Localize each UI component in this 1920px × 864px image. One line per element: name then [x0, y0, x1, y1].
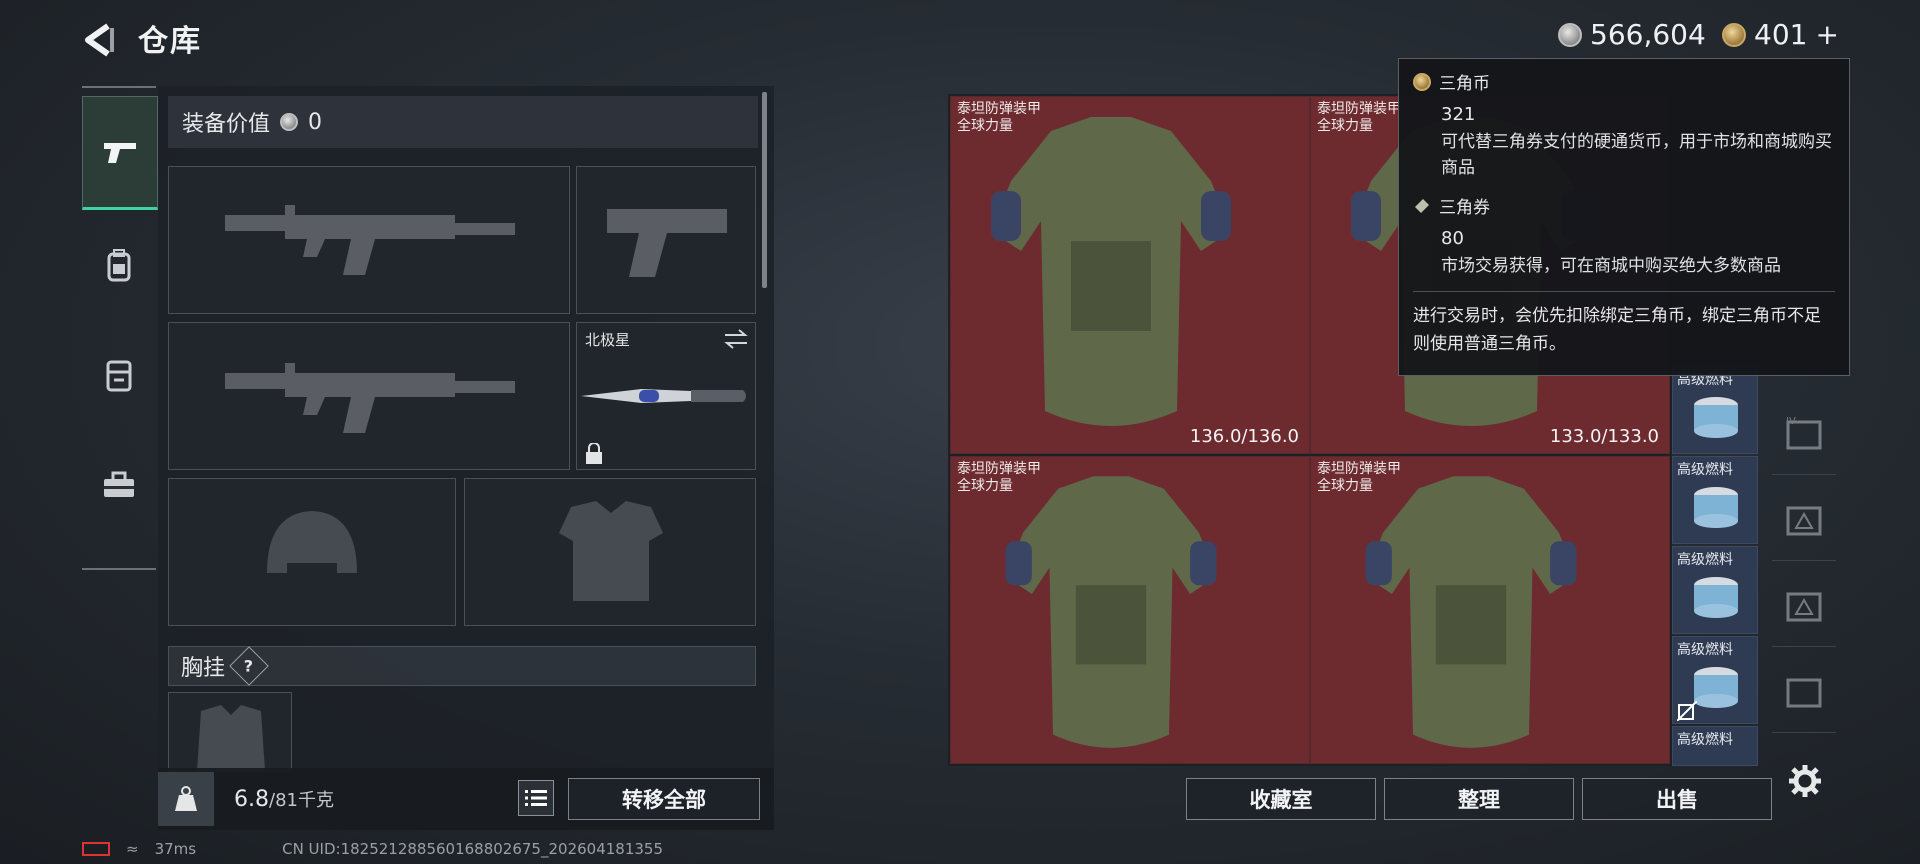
melee-slot[interactable]: 北极星	[576, 322, 756, 470]
category-tabs	[82, 86, 158, 570]
battery-icon	[82, 842, 110, 856]
settings-gear-icon[interactable]	[1788, 764, 1822, 798]
svg-text:IV: IV	[1786, 416, 1796, 427]
storage-tier-icon	[1786, 678, 1822, 708]
silver-coin-icon	[1558, 22, 1582, 47]
knife-icon	[581, 389, 746, 403]
container-icon	[106, 360, 132, 392]
chest-rig-icon	[197, 705, 265, 771]
fuel-can-icon	[1694, 487, 1738, 528]
gold-amount: 401	[1754, 18, 1808, 51]
pistol-icon	[104, 143, 136, 163]
tab-container[interactable]	[82, 320, 156, 430]
durability: 136.0/136.0	[1189, 426, 1299, 447]
gold-coin-icon	[1413, 72, 1431, 91]
silver-coin-icon	[280, 113, 299, 131]
stash-item-fuel[interactable]: 高级燃料	[1672, 546, 1758, 634]
tooltip-note: 进行交易时，会优先扣除绑定三角币，绑定三角币不足则使用普通三角币。	[1413, 306, 1821, 354]
storage-tier-icon	[1786, 506, 1822, 536]
lock-icon	[586, 443, 602, 464]
wifi-icon: ≈	[126, 840, 139, 858]
pistol-slot[interactable]	[576, 166, 756, 314]
stash-item-fuel[interactable]: 高级燃料	[1672, 636, 1758, 724]
page-title: 仓库	[138, 24, 202, 59]
tab-weapons[interactable]	[82, 96, 158, 210]
ping: 37ms	[154, 840, 197, 858]
silver-currency[interactable]: 566,604	[1558, 18, 1706, 51]
status-bar: ≈ 37ms CN UID:1825212885601688026​75_202…	[82, 840, 663, 858]
chest-rig-header: 胸挂 ?	[168, 646, 756, 686]
melee-name: 北极星	[585, 331, 631, 349]
storage-slot-3b[interactable]	[1772, 562, 1836, 647]
no-sell-icon	[1677, 701, 1697, 721]
sell-button[interactable]: 出售	[1582, 778, 1772, 820]
coin-name: 三角币	[1439, 74, 1490, 94]
storage-slot-4[interactable]: IV	[1772, 390, 1836, 475]
stash-item-armor[interactable]: 泰坦防弹装甲 全球力量 136.0/136.0	[950, 96, 1310, 454]
ticket-icon	[1415, 198, 1429, 213]
gold-add-button[interactable]: +	[1815, 18, 1838, 51]
storage-slot-3c[interactable]	[1772, 648, 1836, 733]
stash-item-fuel[interactable]: 高级燃料	[1672, 726, 1758, 766]
help-icon[interactable]: ?	[229, 646, 269, 686]
stash-item-armor[interactable]: 泰坦防弹装甲 全球力量	[1310, 456, 1670, 764]
list-view-button[interactable]	[518, 780, 554, 816]
vest-icon	[559, 501, 663, 601]
uid: CN UID:1825212885601688026​75_2026041813…	[282, 840, 663, 858]
stash-item-fuel[interactable]: 高级燃料	[1672, 456, 1758, 544]
stash-item-armor[interactable]: 泰坦防弹装甲 全球力量	[950, 456, 1310, 764]
gold-coin-icon	[1722, 22, 1746, 47]
fuel-can-icon	[1694, 397, 1738, 438]
briefcase-icon	[104, 471, 134, 497]
gold-currency[interactable]: 401 +	[1722, 18, 1839, 51]
ticket-description: 市场交易获得，可在商城中购买绝大多数商品	[1441, 256, 1781, 276]
helmet-icon	[267, 511, 357, 573]
collection-room-button[interactable]: 收藏室	[1186, 778, 1376, 820]
body-armor-icon	[1365, 476, 1577, 748]
tab-backpack[interactable]	[82, 210, 156, 320]
pistol-icon	[607, 209, 727, 277]
ticket-amount: 80	[1441, 228, 1464, 249]
equipment-scrollbar[interactable]	[762, 92, 767, 288]
swap-icon[interactable]	[723, 329, 749, 349]
equip-value-amount: 0	[308, 109, 323, 135]
back-arrow-icon[interactable]	[78, 20, 118, 60]
body-armor-icon	[991, 117, 1231, 426]
storage-slot-3[interactable]	[1772, 476, 1836, 561]
silver-amount: 566,604	[1590, 18, 1706, 51]
rifle-icon	[225, 205, 515, 275]
coin-amount: 321	[1441, 104, 1476, 125]
currency-tooltip: 三角币 321 可代替三角券支付的硬通货币，用于市场和商城购买商品 三角券 80…	[1398, 58, 1850, 376]
armor-slot[interactable]	[464, 478, 756, 626]
fuel-can-icon	[1694, 667, 1738, 708]
list-icon	[525, 790, 547, 806]
primary-weapon-slot[interactable]	[168, 166, 570, 314]
helmet-slot[interactable]	[168, 478, 456, 626]
secondary-weapon-slot[interactable]	[168, 322, 570, 470]
divider	[1413, 291, 1835, 292]
weight-readout: 6.8/81千克	[234, 787, 334, 812]
rifle-icon	[225, 363, 515, 433]
chest-rig-label: 胸挂	[181, 656, 226, 681]
backpack-icon	[107, 249, 131, 282]
ticket-name: 三角券	[1439, 198, 1490, 218]
weight-icon-box	[158, 772, 214, 826]
coin-description: 可代替三角券支付的硬通货币，用于市场和商城购买商品	[1441, 132, 1832, 178]
stash-item-fuel[interactable]: 高级燃料	[1672, 366, 1758, 454]
transfer-all-button[interactable]: 转移全部	[568, 778, 760, 820]
organize-button[interactable]: 整理	[1384, 778, 1574, 820]
storage-tier-icon	[1786, 592, 1822, 622]
weight-icon	[175, 786, 197, 811]
tab-toolbox[interactable]	[82, 430, 156, 540]
fuel-can-icon	[1694, 577, 1738, 618]
storage-tier-icon: IV	[1786, 416, 1822, 450]
body-armor-icon	[1005, 476, 1217, 748]
durability: 133.0/133.0	[1549, 426, 1659, 447]
equipment-value: 装备价值 0	[168, 96, 758, 148]
equip-value-label: 装备价值	[182, 112, 271, 137]
chest-rig-slot[interactable]	[168, 692, 292, 772]
